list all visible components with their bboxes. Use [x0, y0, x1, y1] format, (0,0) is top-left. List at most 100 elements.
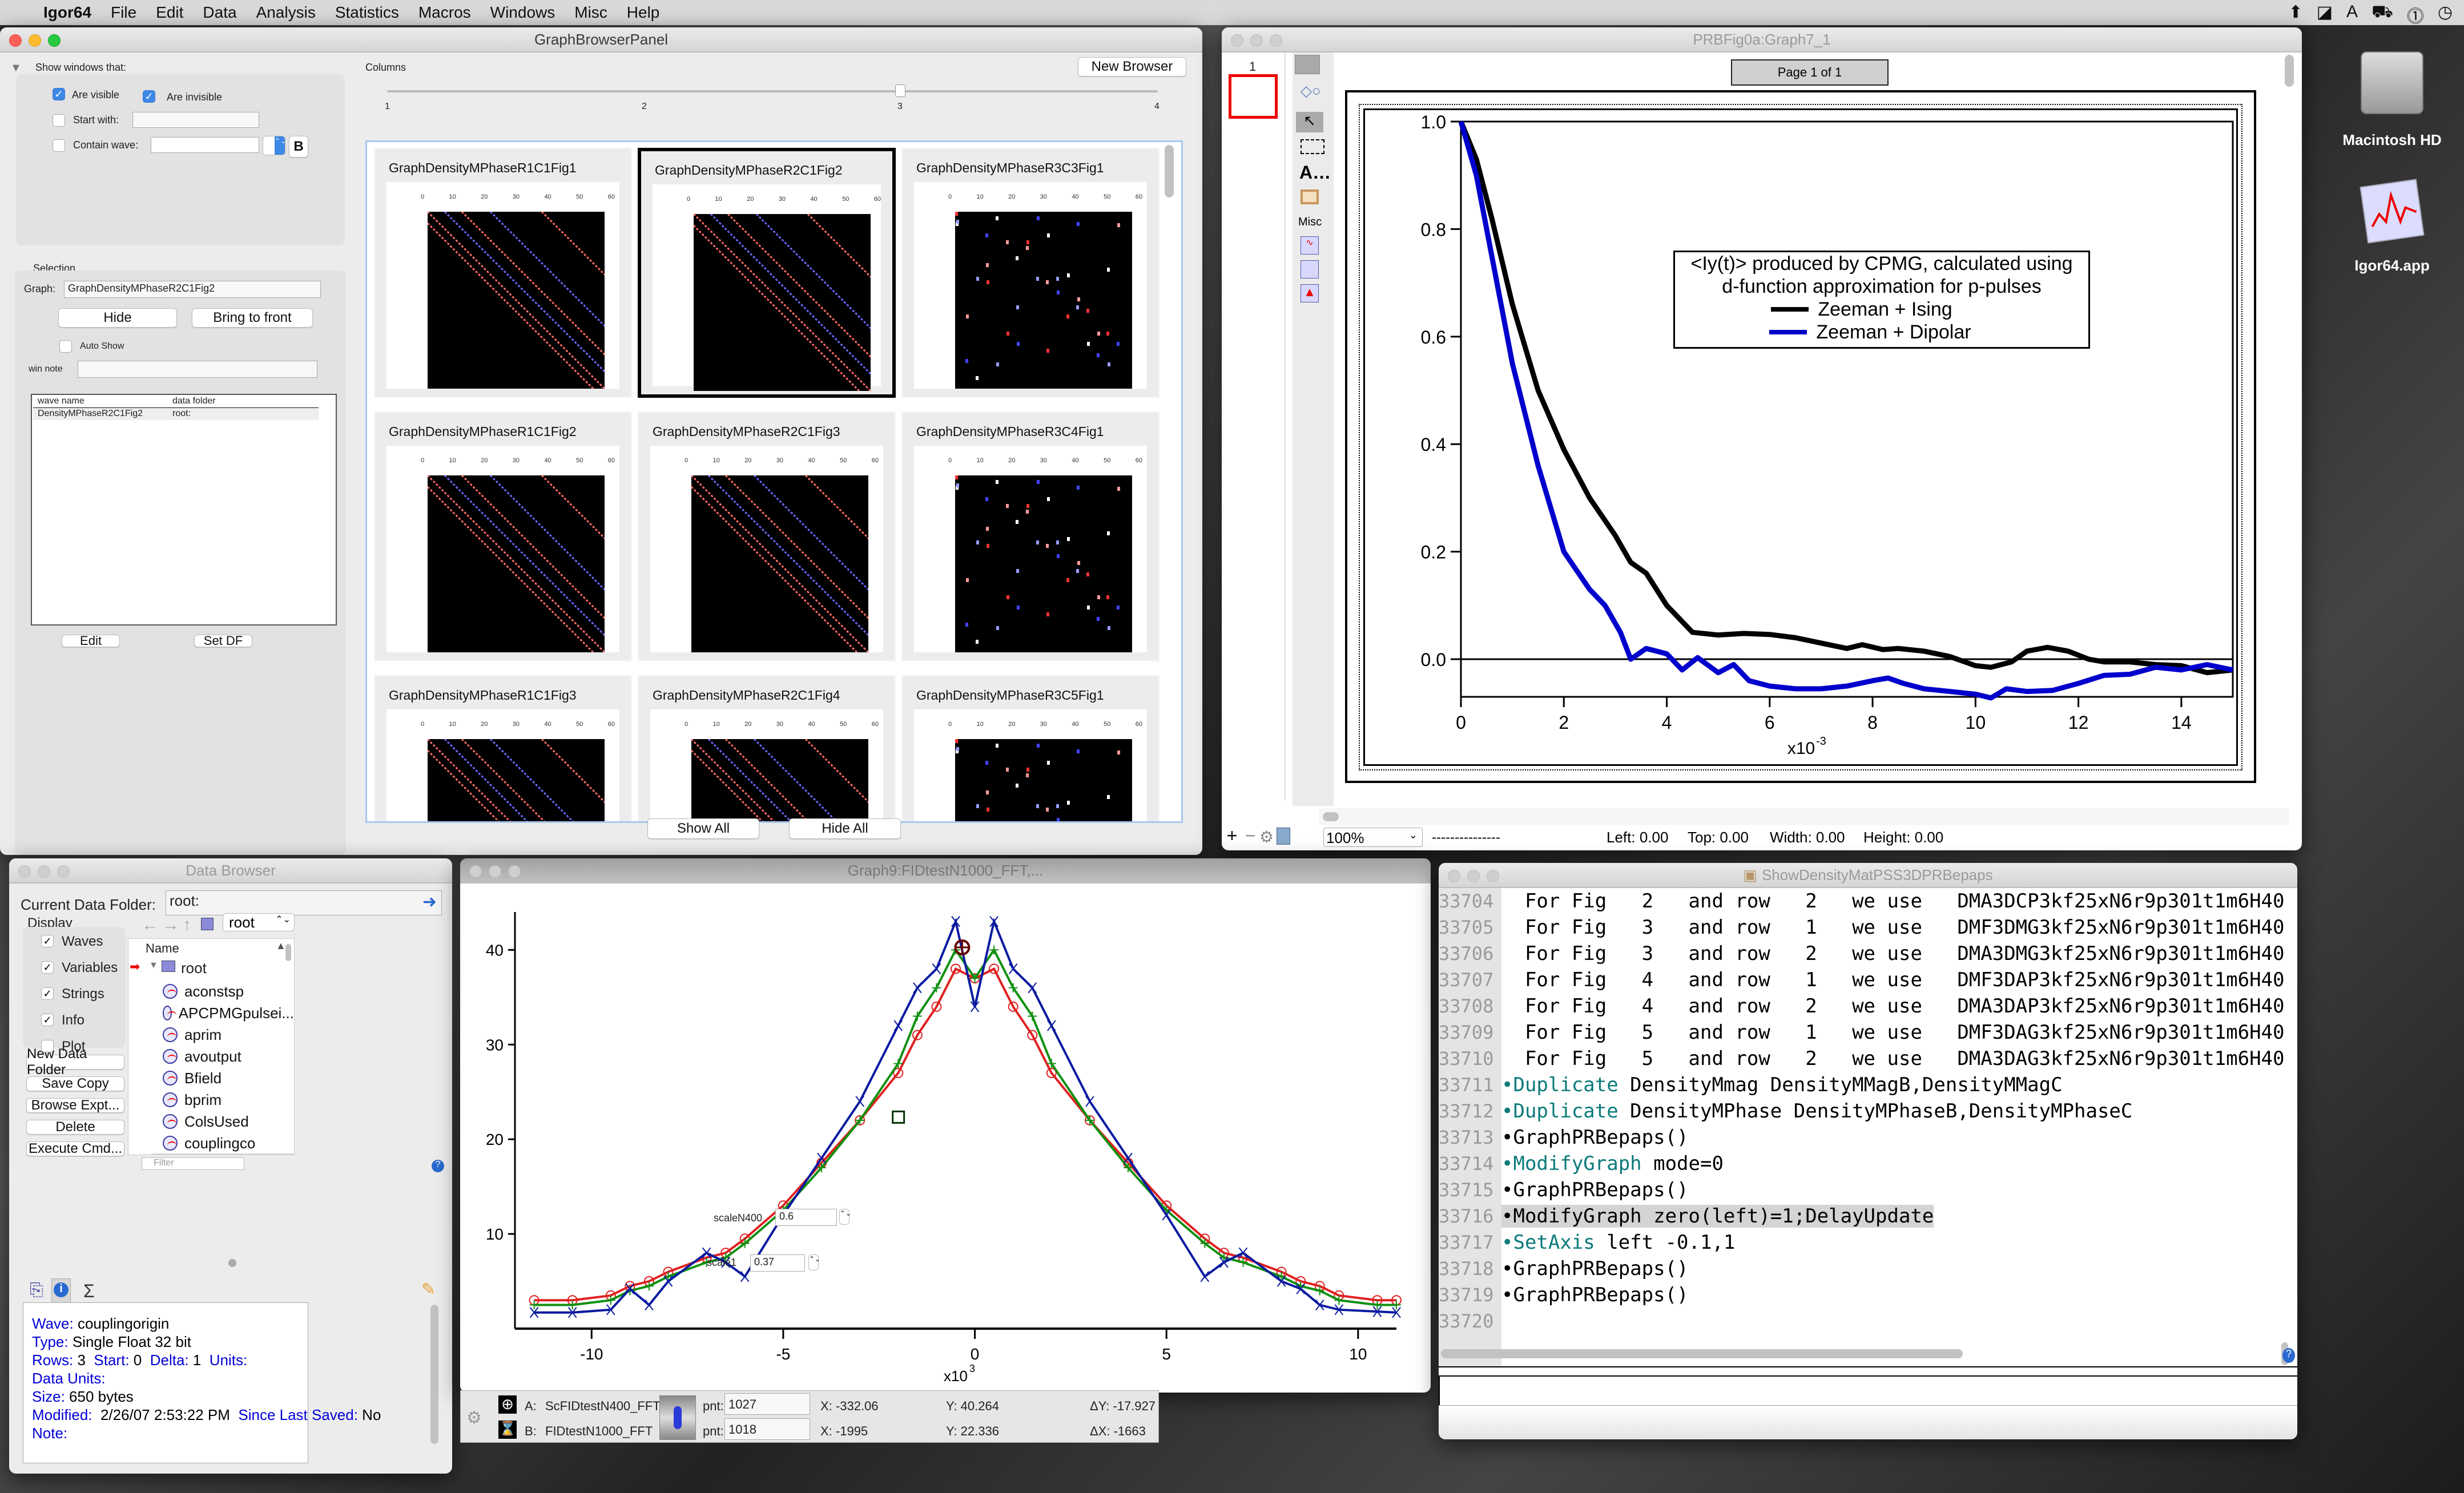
hide-button[interactable]: Hide [58, 308, 177, 328]
disclosure-triangle-icon[interactable]: ▼ [149, 961, 158, 971]
list-item[interactable]: APCPMGpulsei... [151, 1002, 294, 1024]
frame-tool-icon[interactable] [1301, 189, 1319, 204]
text-tool-icon[interactable]: A… [1299, 162, 1331, 183]
list-item[interactable]: couplingorigin [151, 1153, 294, 1155]
menu-file[interactable]: File [111, 3, 136, 22]
are-visible-checkbox[interactable]: ✓ [53, 88, 65, 100]
sort-ascending-icon[interactable]: ▲ [276, 940, 286, 952]
display-strings-checkbox[interactable]: ✓ [41, 987, 54, 1000]
list-item[interactable]: bprim [151, 1088, 294, 1111]
accessibility-icon[interactable]: ⓵ [2407, 2, 2424, 27]
graph-object[interactable]: 0.0 0.2 0.4 0.6 0.8 1.0 0 2 4 6 8 10 12 14 x10 -3 <Iy(t… [1359, 104, 2242, 770]
set-df-button[interactable]: Set DF [194, 633, 252, 648]
splitter-handle[interactable] [228, 1259, 236, 1267]
menu-windows[interactable]: Windows [490, 3, 555, 22]
time-machine-icon[interactable]: ◷ [2438, 2, 2453, 27]
list-item[interactable]: aconstsp [151, 980, 294, 1003]
tree-scrollbar[interactable] [285, 944, 291, 961]
are-invisible-checkbox[interactable]: ✓ [143, 90, 155, 103]
execute-cmd-button[interactable]: Execute Cmd... [26, 1141, 124, 1156]
statistics-tab-icon[interactable]: Σ [83, 1281, 95, 1302]
scale1-input[interactable]: 0.37 [750, 1254, 805, 1272]
contain-wave-checkbox[interactable] [53, 139, 65, 152]
misc-tool[interactable]: Misc [1298, 216, 1322, 229]
title-bar[interactable]: ▣ ShowDensityMatPSS3DPRBepaps [1439, 863, 2297, 888]
close-button[interactable] [469, 865, 482, 878]
history-line[interactable]: 33716 •ModifyGraph zero(left)=1;DelayUpda… [1439, 1203, 1934, 1229]
history-line[interactable]: 33720 [1439, 1308, 1501, 1334]
slider-thumb[interactable] [895, 84, 905, 97]
menu-help[interactable]: Help [627, 3, 660, 22]
history-line[interactable]: 33712 •Duplicate DensityMPhase DensityMPh… [1439, 1098, 2132, 1124]
edit-button[interactable]: Edit [62, 633, 120, 648]
title-bar[interactable]: PRBFig0a:Graph7_1 [1222, 27, 2302, 53]
filter-input[interactable]: Filter [142, 1157, 244, 1170]
graph-thumbnail[interactable]: GraphDensityMPhaseR2C1Fig2 0 10 20 30 40 50 60 [638, 148, 986, 398]
history-line[interactable]: 33710 For Fig 5 and row 2 we use DMA3DAG… [1439, 1046, 2284, 1072]
append-table-icon[interactable] [1301, 260, 1319, 279]
append-graph-icon[interactable]: ∿ [1301, 236, 1319, 255]
column-header-wave-name[interactable]: wave name [38, 396, 84, 406]
zoom-select[interactable]: 100% ⌄ [1323, 828, 1423, 847]
graph-thumbnail[interactable]: GraphDensityMPhaseR2C1Fig4 0 10 20 30 40 50 60 [638, 675, 896, 821]
horizontal-scrollbar[interactable] [1319, 808, 2289, 825]
b-button[interactable]: B [289, 136, 308, 158]
new-data-folder-button[interactable]: New Data Folder [26, 1046, 124, 1078]
zoom-button[interactable] [508, 865, 521, 878]
history-line[interactable]: 33717 •SetAxis left -0.1,1 [1439, 1229, 1735, 1256]
table-row[interactable]: DensityMPhaseR2C1Fig2 root: [33, 409, 319, 420]
shapes-icon[interactable]: ◇○ [1301, 82, 1321, 100]
graph-thumbnail[interactable]: GraphDensityMPhaseR3C5Fig1 0 10 20 30 40 50 60 [901, 675, 1159, 821]
cursor-b-marker[interactable] [892, 1110, 905, 1124]
go-arrow-icon[interactable]: ➜ [422, 892, 437, 912]
auto-show-checkbox[interactable] [59, 340, 72, 353]
menu-statistics[interactable]: Statistics [335, 3, 399, 22]
truck-icon[interactable]: ⛟ [2372, 2, 2393, 27]
save-copy-button[interactable]: Save Copy [26, 1076, 124, 1091]
history-line[interactable]: 33714 •ModifyGraph mode=0 [1439, 1151, 1724, 1177]
menu-app[interactable]: Igor64 [43, 3, 91, 22]
display-variables-checkbox[interactable]: ✓ [41, 961, 54, 974]
zoom-button[interactable] [48, 34, 61, 47]
list-item[interactable]: ColsUsed [151, 1110, 294, 1133]
append-gizmo-icon[interactable]: ▲ [1301, 284, 1319, 302]
thumbnail-scrollbar[interactable] [1165, 145, 1174, 197]
info-scrollbar[interactable] [430, 1305, 438, 1444]
graph-thumbnail[interactable]: GraphDensityMPhaseR2C1Fig3 0 10 20 30 40 50 60 [638, 411, 984, 661]
pencil-icon[interactable]: ✎ [421, 1280, 436, 1300]
close-button[interactable] [9, 34, 22, 47]
graph-thumbnail[interactable]: GraphDensityMPhaseR3C4Fig1 0 10 20 30 40 50 60 [901, 411, 1159, 661]
menu-analysis[interactable]: Analysis [256, 3, 316, 22]
column-header-data-folder[interactable]: data folder [172, 396, 216, 406]
new-browser-button[interactable]: New Browser [1078, 57, 1186, 76]
menu-edit[interactable]: Edit [156, 3, 183, 22]
title-bar[interactable]: Graph9:FIDtestN1000_FFT,... [460, 858, 1431, 883]
wave-list[interactable]: wave name data folder DensityMPhaseR2C1F… [31, 394, 337, 626]
menu-data[interactable]: Data [203, 3, 236, 22]
folder-popup[interactable]: root ⌃⌄ [223, 913, 295, 931]
history-line[interactable]: 33711 •Duplicate DensityMmag DensityMMagB… [1439, 1072, 2063, 1098]
graph-mode-icon[interactable] [1295, 55, 1320, 74]
tree-root-label[interactable]: root [181, 959, 207, 977]
history-line[interactable]: 33707 For Fig 4 and row 1 we use DMF3DAP… [1439, 967, 2284, 993]
list-item[interactable]: couplingco [151, 1132, 294, 1155]
command-line-input[interactable] [1439, 1377, 2297, 1405]
win-note-input[interactable] [78, 361, 317, 378]
scalen400-stepper[interactable]: ⌃⌄ [839, 1209, 851, 1225]
forward-icon[interactable]: → [162, 915, 179, 935]
history-area[interactable]: 33704 For Fig 2 and row 2 we use DMA3DCP… [1439, 888, 2288, 1367]
cursor-slider[interactable] [659, 1395, 696, 1440]
cursor-b-icon[interactable]: ⌛ [498, 1421, 517, 1439]
display-waves-checkbox[interactable]: ✓ [41, 935, 54, 947]
graph-thumbnail[interactable]: GraphDensityMPhaseR1C1Fig3 0 10 20 30 40 50 60 [374, 675, 632, 821]
history-line[interactable]: 33704 For Fig 2 and row 2 we use DMA3DCP… [1439, 888, 2284, 914]
history-hscroll[interactable] [1441, 1349, 1963, 1358]
menu-macros[interactable]: Macros [418, 3, 471, 22]
add-page-button[interactable]: + [1223, 825, 1241, 848]
adobe-icon[interactable]: ◪ [2317, 2, 2333, 27]
graph-thumbnail[interactable]: GraphDensityMPhaseR3C3Fig1 0 10 20 30 40 50 60 [901, 148, 1159, 398]
help-icon[interactable]: ? [2282, 1348, 2295, 1363]
info-tab-icon[interactable]: i [51, 1278, 71, 1304]
start-with-input[interactable] [132, 112, 259, 128]
remove-page-button[interactable]: − [1241, 825, 1259, 848]
